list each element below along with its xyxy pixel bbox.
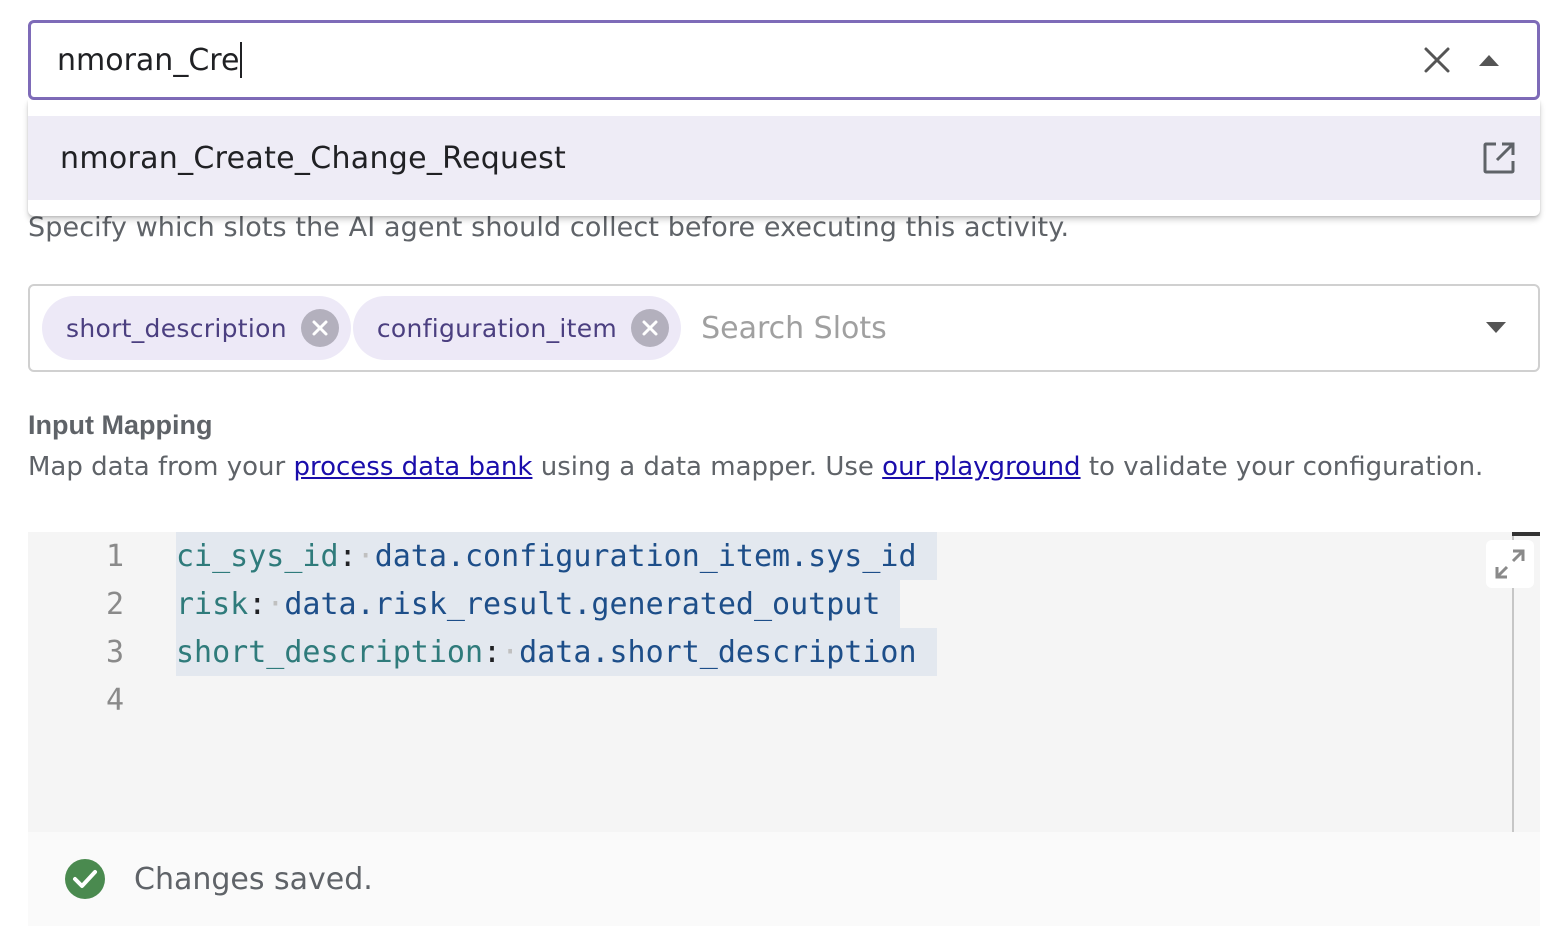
line-number: 2 (105, 586, 124, 622)
yaml-key: ci_sys_id (176, 538, 339, 574)
yaml-value: data.configuration_item.sys_id (374, 538, 917, 574)
editor-scroll-thumb[interactable] (1512, 532, 1540, 536)
toast-message: Changes saved. (134, 861, 373, 897)
save-status-toast: Changes saved. (28, 832, 1540, 926)
process-data-bank-link[interactable]: process data bank (293, 452, 532, 482)
caret-up-icon (1479, 55, 1499, 66)
option-label: nmoran_Create_Change_Request (60, 140, 567, 176)
dropdown-option[interactable]: nmoran_Create_Change_Request (28, 116, 1540, 200)
remove-chip-button[interactable] (631, 309, 670, 347)
line-number: 1 (105, 538, 124, 574)
clear-button[interactable] (1415, 38, 1459, 82)
line-content[interactable]: risk: · data.risk_result.generated_output (176, 580, 901, 628)
activity-input[interactable]: nmoran_Cre (57, 43, 239, 78)
activity-combobox[interactable]: nmoran_Cre (28, 20, 1540, 100)
expand-icon (1495, 549, 1525, 579)
activity-config-page: nmoran_Cre nmoran_Create_Change_Request … (0, 0, 1550, 926)
collapse-dropdown-button[interactable] (1467, 38, 1511, 82)
caret-down-icon (1486, 322, 1506, 333)
mapping-code-editor[interactable]: 1 ci_sys_id: · data.configuration_item.sys… (28, 532, 1540, 832)
yaml-value: data.short_description (519, 634, 917, 670)
input-mapping-description: Map data from your process data bank usi… (28, 452, 1483, 482)
playground-link[interactable]: our playground (882, 452, 1080, 482)
remove-chip-button[interactable] (300, 309, 339, 347)
input-mapping-title: Input Mapping (28, 410, 213, 440)
code-line: 2 risk: · data.risk_result.generated_outpu… (28, 580, 901, 628)
code-line: 1 ci_sys_id: · data.configuration_item.sys… (28, 532, 937, 580)
yaml-key: risk (176, 586, 249, 622)
line-content[interactable]: short_description: · data.short_descriptio… (176, 628, 937, 676)
code-line: 4 (28, 676, 196, 724)
desc-text: using a data mapper. Use (532, 452, 883, 482)
text-cursor (240, 42, 243, 78)
close-icon (642, 320, 658, 336)
yaml-value: data.risk_result.generated_output (284, 586, 881, 622)
code-line: 3 short_description: · data.short_descript… (28, 628, 937, 676)
slot-chip: configuration_item (352, 296, 682, 360)
check-circle-icon (65, 859, 105, 899)
slots-description: Specify which slots the AI agent should … (28, 212, 1070, 243)
activity-input-wrapper[interactable]: nmoran_Cre (57, 42, 1415, 78)
slot-chip-label: configuration_item (376, 313, 618, 343)
line-content[interactable]: ci_sys_id: · data.configuration_item.sys_i… (176, 532, 937, 580)
line-number: 3 (105, 634, 124, 670)
line-number: 4 (105, 682, 124, 718)
desc-text: Map data from your (28, 452, 294, 482)
open-in-new-icon[interactable] (1482, 141, 1516, 175)
close-icon (1424, 47, 1450, 73)
slot-chip: short_description (42, 296, 351, 360)
desc-text: to validate your configuration. (1080, 452, 1484, 482)
line-content[interactable] (176, 676, 196, 724)
yaml-key: short_description (176, 634, 484, 670)
slots-multiselect[interactable]: short_description configuration_item (28, 284, 1540, 372)
activity-dropdown-menu: nmoran_Create_Change_Request (28, 100, 1540, 216)
expand-editor-button[interactable] (1486, 540, 1534, 588)
slots-dropdown-toggle[interactable] (1474, 306, 1518, 350)
slot-chip-label: short_description (66, 313, 287, 343)
slots-search-input[interactable] (701, 310, 1474, 346)
close-icon (312, 320, 328, 336)
